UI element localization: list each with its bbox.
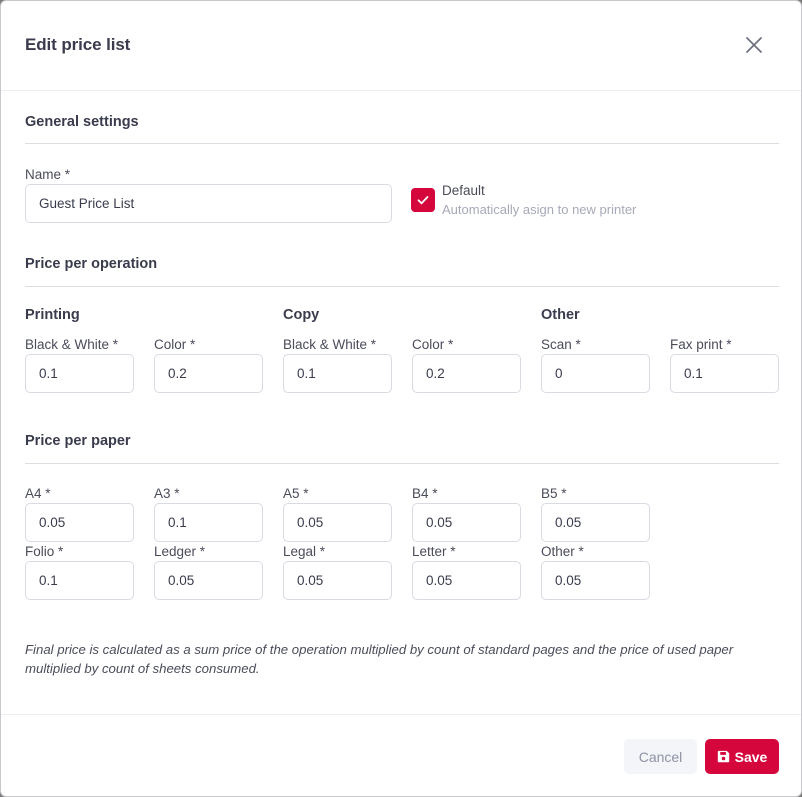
printing-bw-input[interactable]	[25, 354, 134, 393]
paper-b4-label: B4 *	[412, 486, 438, 501]
operation-divider	[25, 286, 779, 287]
general-settings-divider	[25, 143, 779, 144]
copy-color-input[interactable]	[412, 354, 521, 393]
paper-ledger-label: Ledger *	[154, 544, 206, 559]
checkmark-icon	[417, 196, 429, 205]
general-settings-title: General settings	[25, 114, 139, 130]
default-hint: Automatically asign to new printer	[442, 202, 637, 217]
close-icon	[746, 37, 762, 53]
price-per-paper-title: Price per paper	[25, 433, 131, 449]
name-label: Name *	[25, 167, 71, 182]
save-button[interactable]: Save	[705, 739, 779, 774]
dialog-footer: Cancel Save	[1, 714, 801, 796]
paper-legal-input[interactable]	[283, 561, 392, 600]
other-group-title: Other	[541, 307, 580, 323]
printing-group-title: Printing	[25, 307, 80, 323]
copy-group-title: Copy	[283, 307, 320, 323]
paper-b5-input[interactable]	[541, 503, 650, 542]
scan-input[interactable]	[541, 354, 650, 393]
floppy-disk-icon	[717, 750, 729, 763]
printing-color-label: Color *	[154, 337, 196, 352]
paper-letter-label: Letter *	[412, 544, 456, 559]
price-per-operation-title: Price per operation	[25, 256, 158, 272]
paper-b4-input[interactable]	[412, 503, 521, 542]
paper-a3-label: A3 *	[154, 486, 180, 501]
printing-bw-label: Black & White *	[25, 337, 119, 352]
edit-price-list-dialog: Edit price list General settings Name * …	[0, 0, 802, 797]
paper-a5-label: A5 *	[283, 486, 309, 501]
scan-label: Scan *	[541, 337, 581, 352]
paper-a4-input[interactable]	[25, 503, 134, 542]
paper-other-label: Other *	[541, 544, 584, 559]
default-label: Default	[442, 183, 485, 198]
printing-color-input[interactable]	[154, 354, 263, 393]
paper-folio-input[interactable]	[25, 561, 134, 600]
paper-other-input[interactable]	[541, 561, 650, 600]
paper-a5-input[interactable]	[283, 503, 392, 542]
paper-letter-input[interactable]	[412, 561, 521, 600]
fax-print-label: Fax print *	[670, 337, 732, 352]
name-input[interactable]	[25, 184, 392, 223]
paper-legal-label: Legal *	[283, 544, 326, 559]
paper-a3-input[interactable]	[154, 503, 263, 542]
fax-print-input[interactable]	[670, 354, 779, 393]
cancel-button[interactable]: Cancel	[624, 739, 697, 774]
paper-b5-label: B5 *	[541, 486, 567, 501]
copy-bw-label: Black & White *	[283, 337, 377, 352]
paper-folio-label: Folio *	[25, 544, 64, 559]
save-button-label: Save	[734, 748, 768, 765]
paper-a4-label: A4 *	[25, 486, 51, 501]
copy-bw-input[interactable]	[283, 354, 392, 393]
dialog-title: Edit price list	[25, 35, 131, 54]
paper-ledger-input[interactable]	[154, 561, 263, 600]
paper-divider	[25, 463, 779, 464]
close-button[interactable]	[742, 33, 766, 57]
price-calculation-note: Final price is calculated as a sum price…	[25, 642, 734, 676]
dialog-header: Edit price list	[1, 1, 801, 91]
default-checkbox[interactable]	[411, 188, 435, 212]
copy-color-label: Color *	[412, 337, 454, 352]
